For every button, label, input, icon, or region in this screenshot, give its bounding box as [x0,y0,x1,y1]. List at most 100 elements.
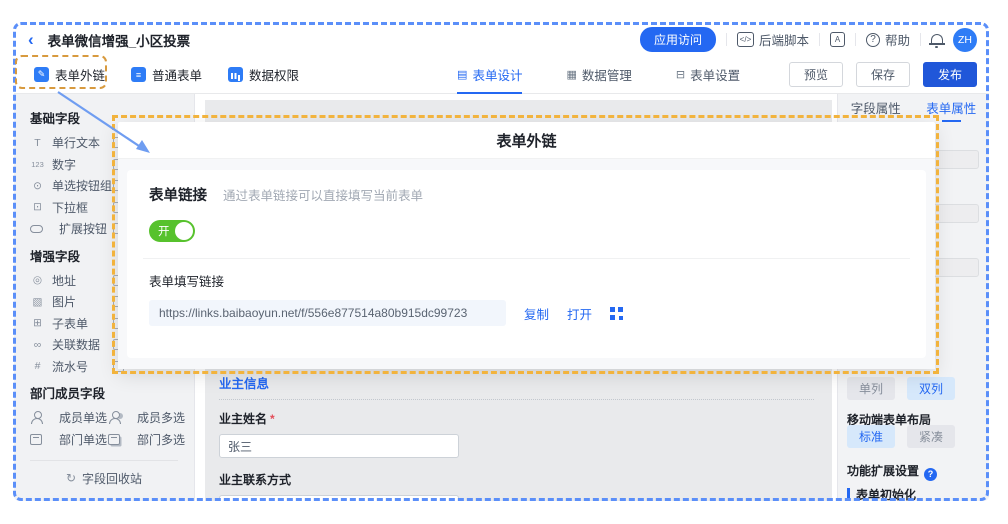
copy-link[interactable]: 复制 [524,304,549,323]
palette-row: 成员单选 成员多选 [30,407,194,429]
save-button[interactable]: 保存 [856,62,910,87]
divider [726,33,727,46]
qr-code-icon[interactable] [610,307,623,320]
normal-form-label: 普通表单 [152,65,202,84]
palette-item-label: 下拉框 [52,199,88,216]
ext-settings-text: 功能扩展设置 [847,464,919,478]
tab-form-properties[interactable]: 表单属性 [914,94,990,120]
palette-item-label: 成员多选 [137,409,185,426]
field-label-text: 业主联系方式 [219,473,291,487]
center-tabs: ▤ 表单设计 ▦ 数据管理 ⊟ 表单设置 [457,56,740,94]
toolbar-right: 预览 保存 发布 [789,62,977,87]
palette-item-label: 单选按钮组 [52,177,112,194]
avatar[interactable]: ZH [953,28,977,52]
app-window: ‹ 表单微信增强_小区投票 应用访问 </> 后端脚本 A ? 帮助 ZH [14,23,989,501]
help-badge-icon[interactable]: ? [924,468,937,481]
normal-form-button[interactable]: ≡ 普通表单 [131,65,202,84]
form-external-link-label: 表单外链 [55,65,105,84]
palette-item-label: 地址 [52,272,76,289]
divider [819,33,820,46]
pc-layout-segment: 单列 双列 [847,377,955,400]
backend-script-label: 后端脚本 [759,30,809,49]
subform-icon: ⊞ [30,317,45,329]
compact-button[interactable]: 紧凑 [907,425,955,448]
toolbar: ✎ 表单外链 ≡ 普通表单 数据权限 ▤ 表单设计 ▦ [14,56,989,94]
form-external-link-button[interactable]: ✎ 表单外链 [34,65,105,84]
standard-button[interactable]: 标准 [847,425,895,448]
open-link[interactable]: 打开 [567,304,592,323]
tab-form-settings-label: 表单设置 [690,65,740,84]
tab-form-design-label: 表单设计 [472,65,522,84]
palette-item-dept-multi[interactable]: 部门多选 [108,429,186,451]
accent-bar [847,488,850,501]
help-button[interactable]: ? 帮助 [866,30,910,49]
form-init-header: 表单初始化 [847,486,916,501]
form-link-toggle[interactable]: 开 [149,220,195,242]
question-circle-icon: ? [866,33,880,47]
url-row: https://links.baibaoyun.net/f/556e877514… [149,300,904,326]
palette-item-label: 扩展按钮 [59,220,107,237]
dotted-divider [219,399,814,400]
number-field-icon: 123 [30,160,45,169]
toggle-knob [175,222,193,240]
form-link-title: 表单链接 [149,184,207,205]
single-column-button[interactable]: 单列 [847,377,895,400]
tab-form-settings[interactable]: ⊟ 表单设置 [676,56,740,94]
field-input[interactable]: 张三 [219,434,459,458]
data-permission-label: 数据权限 [249,65,299,84]
code-icon: </> [737,32,754,47]
palette-item-label: 部门多选 [137,431,185,448]
form-design-icon: ▤ [457,68,467,81]
palette-item-dept-single[interactable]: 部门单选 [30,429,108,451]
tab-field-properties[interactable]: 字段属性 [838,94,914,120]
modal-title: 表单外链 [118,122,935,159]
form-init-label: 表单初始化 [856,486,916,501]
form-url-field[interactable]: https://links.baibaoyun.net/f/556e877514… [149,300,506,326]
form-external-link-modal: 表单外链 表单链接 通过表单链接可以直接填写当前表单 开 表单填写链接 http… [118,122,935,369]
divider [920,33,921,46]
required-mark: * [270,412,275,426]
field-label: 业主姓名* [219,410,814,427]
tab-data-manage-label: 数据管理 [582,65,632,84]
screenshot-root: ‹ 表单微信增强_小区投票 应用访问 </> 后端脚本 A ? 帮助 ZH [0,0,1008,524]
form-link-row: 表单链接 通过表单链接可以直接填写当前表单 [149,184,904,205]
help-label: 帮助 [885,30,910,49]
publish-button[interactable]: 发布 [923,62,977,87]
page-title: 表单微信增强_小区投票 [48,30,191,50]
double-column-button[interactable]: 双列 [907,377,955,400]
pill-button-icon [30,225,43,233]
field-recycle-bin[interactable]: ↻ 字段回收站 [30,461,178,495]
radio-icon: ⊙ [30,180,45,192]
form-link-desc: 通过表单链接可以直接填写当前表单 [223,185,423,204]
section-header-dept-member: 部门成员字段 [30,383,194,402]
form-section-title[interactable]: 业主信息 [219,373,814,392]
app-access-button[interactable]: 应用访问 [640,27,716,52]
dropdown-icon: ⊡ [30,201,45,213]
field-input[interactable]: 15112345678 [219,495,459,501]
bell-icon[interactable] [931,34,943,44]
translate-icon[interactable]: A [830,32,845,47]
modal-card: 表单链接 通过表单链接可以直接填写当前表单 开 表单填写链接 https://l… [127,170,926,358]
department-icon [30,434,42,445]
palette-item-label: 图片 [52,293,76,310]
data-permission-button[interactable]: 数据权限 [228,65,299,84]
tab-form-design[interactable]: ▤ 表单设计 [457,56,522,94]
data-manage-icon: ▦ [566,68,576,81]
card-divider [143,258,910,259]
form-field-owner-contact[interactable]: 业主联系方式 15112345678 [219,471,814,501]
palette-item-label: 关联数据 [52,336,100,353]
palette-item-member-single[interactable]: 成员单选 [30,407,108,429]
document-icon: ≡ [131,67,146,82]
form-field-owner-name[interactable]: 业主姓名* 张三 [219,410,814,458]
link-pen-icon: ✎ [34,67,49,82]
toolbar-left: ✎ 表单外链 ≡ 普通表单 数据权限 [34,65,299,84]
palette-item-label: 流水号 [52,358,88,375]
text-field-icon: T [30,137,45,149]
palette-item-member-multi[interactable]: 成员多选 [108,407,186,429]
backend-script-button[interactable]: </> 后端脚本 [737,30,809,49]
field-label-text: 业主姓名 [219,412,267,426]
recycle-label: 字段回收站 [82,470,142,487]
preview-button[interactable]: 预览 [789,62,843,87]
back-icon[interactable]: ‹ [28,31,34,48]
tab-data-manage[interactable]: ▦ 数据管理 [566,56,631,94]
